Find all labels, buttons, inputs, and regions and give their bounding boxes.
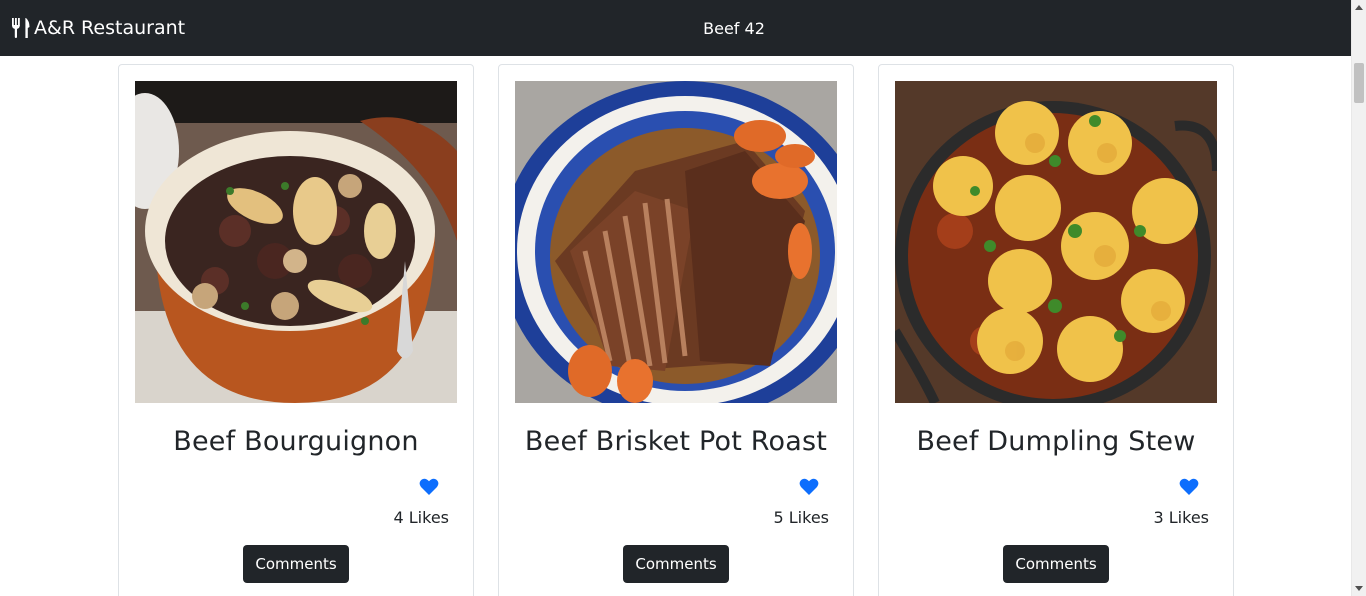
- vertical-scrollbar[interactable]: [1351, 0, 1366, 596]
- heart-icon[interactable]: [799, 478, 819, 496]
- meal-title: Beef Bourguignon: [173, 426, 419, 457]
- meal-title: Beef Brisket Pot Roast: [524, 426, 828, 457]
- meal-card: Beef Dumpling Stew 3 Likes Comments: [878, 64, 1234, 596]
- like-count: 3 Likes: [1153, 508, 1210, 527]
- comments-button[interactable]: Comments: [1003, 545, 1109, 583]
- top-navbar: A&R Restaurant Beef 42: [0, 0, 1351, 56]
- meal-card: Beef Bourguignon 4 Likes Comments: [118, 64, 474, 596]
- like-count: 5 Likes: [773, 508, 830, 527]
- category-title: Beef 42: [703, 18, 765, 38]
- meal-image: [895, 81, 1217, 403]
- scroll-down-arrow-icon[interactable]: [1355, 586, 1363, 591]
- comments-button[interactable]: Comments: [243, 545, 349, 583]
- meal-image: [135, 81, 457, 403]
- like-count: 4 Likes: [393, 508, 450, 527]
- heart-icon[interactable]: [1179, 478, 1199, 496]
- comments-button[interactable]: Comments: [623, 545, 729, 583]
- meal-card: Beef Brisket Pot Roast 5 Likes Comments: [498, 64, 854, 596]
- heart-icon[interactable]: [419, 478, 439, 496]
- scrollbar-thumb[interactable]: [1354, 63, 1364, 103]
- meal-image: [515, 81, 837, 403]
- scroll-up-arrow-icon[interactable]: [1355, 5, 1363, 10]
- meal-title: Beef Dumpling Stew: [916, 426, 1196, 457]
